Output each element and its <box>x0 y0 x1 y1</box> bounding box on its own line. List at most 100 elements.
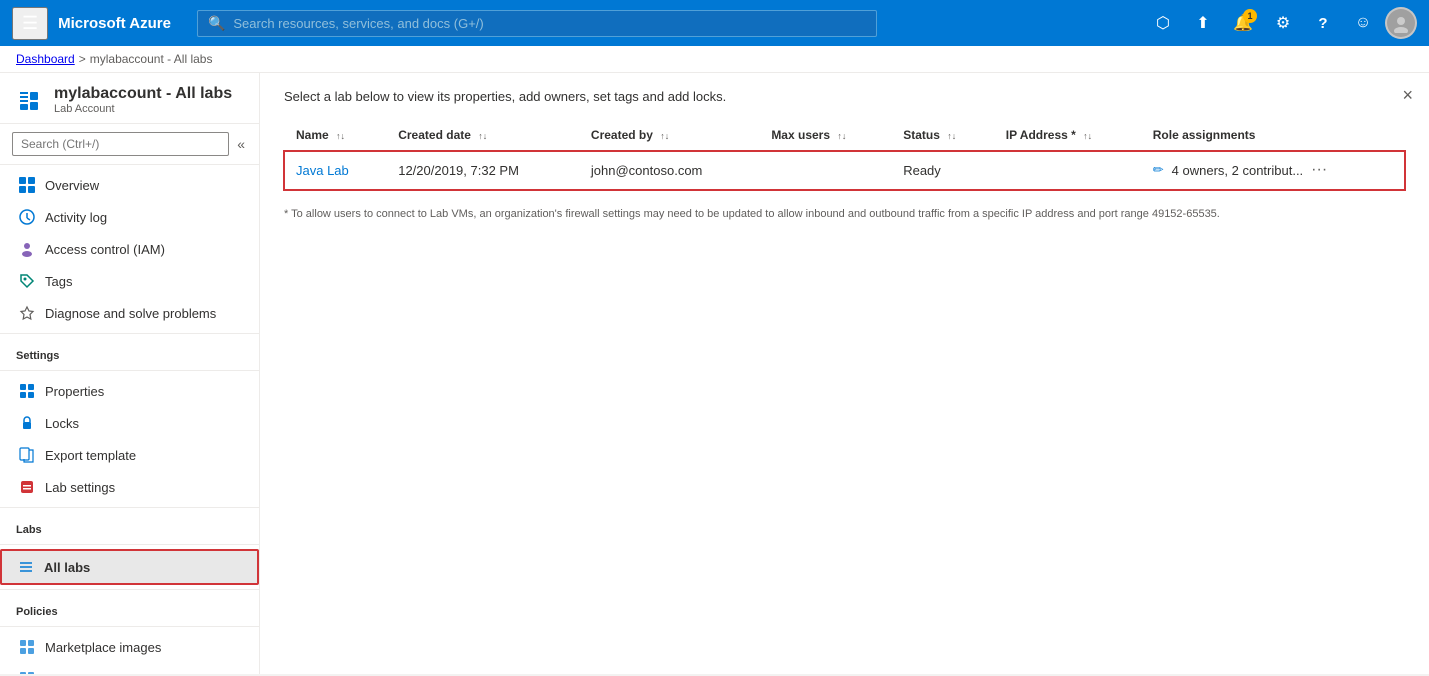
sidebar-header: mylabaccount - All labs Lab Account <box>0 73 259 124</box>
main-layout: mylabaccount - All labs Lab Account « Ov… <box>0 73 1429 674</box>
sidebar-header-icon <box>16 87 44 115</box>
edit-icon[interactable]: ✏ <box>1153 162 1164 178</box>
role-assignment-text: 4 owners, 2 contribut... <box>1172 163 1304 178</box>
cell-name: Java Lab <box>284 151 386 190</box>
labs-divider2 <box>0 544 259 545</box>
sidebar-search-input[interactable] <box>12 132 229 156</box>
feedback-icon: ☺ <box>1355 14 1371 32</box>
sidebar-header-text: mylabaccount - All labs Lab Account <box>54 85 232 115</box>
avatar-image <box>1391 13 1411 33</box>
sidebar-item-label: Marketplace images <box>45 640 161 655</box>
col-role-assignments[interactable]: Role assignments <box>1141 120 1405 151</box>
sidebar-nav: Overview Activity log Access control (IA… <box>0 165 259 674</box>
help-icon: ? <box>1318 15 1327 32</box>
sidebar-item-lab-settings[interactable]: Lab settings <box>0 471 259 503</box>
sidebar-item-overview[interactable]: Overview <box>0 169 259 201</box>
breadcrumb-separator: > <box>79 52 86 66</box>
breadcrumb-dashboard[interactable]: Dashboard <box>16 52 75 66</box>
topbar-actions: ⬡ ⬆ 🔔 1 ⚙ ? ☺ <box>1145 5 1417 41</box>
search-icon: 🔍 <box>208 15 225 32</box>
sidebar-item-tags[interactable]: Tags <box>0 265 259 297</box>
sidebar-collapse-button[interactable]: « <box>235 134 247 154</box>
labs-section-label: Labs <box>0 512 259 540</box>
col-created-date[interactable]: Created date ↑↓ <box>386 120 579 151</box>
sidebar-item-label: Tags <box>45 274 72 289</box>
sort-arrows-status: ↑↓ <box>947 131 956 141</box>
sidebar-item-label: Access control (IAM) <box>45 242 165 257</box>
shared-gallery-icon <box>19 671 35 674</box>
policies-section-label: Policies <box>0 594 259 622</box>
sort-arrows-by: ↑↓ <box>660 131 669 141</box>
cell-max-users <box>759 151 891 190</box>
upload-icon: ⬆ <box>1196 13 1209 33</box>
cell-created-by: john@contoso.com <box>579 151 759 190</box>
role-assignment-container: ✏ 4 owners, 2 contribut... ··· <box>1153 161 1393 179</box>
col-status[interactable]: Status ↑↓ <box>891 120 994 151</box>
settings-button[interactable]: ⚙ <box>1265 5 1301 41</box>
export-icon <box>19 447 35 463</box>
sidebar-item-diagnose[interactable]: Diagnose and solve problems <box>0 297 259 329</box>
sidebar-item-marketplace-images[interactable]: Marketplace images <box>0 631 259 663</box>
lab-settings-icon <box>19 479 35 495</box>
sidebar-item-properties[interactable]: Properties <box>0 375 259 407</box>
overview-icon <box>19 177 35 193</box>
locks-icon <box>19 415 35 431</box>
all-labs-icon <box>18 559 34 575</box>
activity-log-icon <box>19 209 35 225</box>
settings-divider <box>0 333 259 334</box>
gear-icon: ⚙ <box>1276 13 1290 33</box>
feedback-button[interactable]: ☺ <box>1345 5 1381 41</box>
avatar[interactable] <box>1385 7 1417 39</box>
settings-section-label: Settings <box>0 338 259 366</box>
policies-divider <box>0 589 259 590</box>
help-button[interactable]: ? <box>1305 5 1341 41</box>
cell-status: Ready <box>891 151 994 190</box>
labs-divider <box>0 507 259 508</box>
search-bar: 🔍 <box>197 10 877 37</box>
sort-arrows-name: ↑↓ <box>336 131 345 141</box>
sidebar-item-shared-image-gallery[interactable]: Shared image gallery <box>0 663 259 674</box>
sidebar-item-export-template[interactable]: Export template <box>0 439 259 471</box>
breadcrumb-current: mylabaccount - All labs <box>90 52 213 66</box>
diagnose-icon <box>19 305 35 321</box>
sidebar-item-access-control[interactable]: Access control (IAM) <box>0 233 259 265</box>
tags-icon <box>19 273 35 289</box>
table-row[interactable]: Java Lab 12/20/2019, 7:32 PM john@contos… <box>284 151 1405 190</box>
search-input[interactable] <box>233 16 866 31</box>
sort-arrows-max: ↑↓ <box>837 131 846 141</box>
sort-arrows-ip: ↑↓ <box>1083 131 1092 141</box>
col-created-by[interactable]: Created by ↑↓ <box>579 120 759 151</box>
cell-ip-address <box>994 151 1141 190</box>
app-logo: Microsoft Azure <box>58 15 171 32</box>
col-max-users[interactable]: Max users ↑↓ <box>759 120 891 151</box>
cell-created-date: 12/20/2019, 7:32 PM <box>386 151 579 190</box>
sidebar-item-all-labs[interactable]: All labs <box>0 549 259 585</box>
sidebar-item-label: Shared image gallery <box>45 672 168 675</box>
notifications-button[interactable]: 🔔 1 <box>1225 5 1261 41</box>
hamburger-menu[interactable]: ☰ <box>12 7 48 40</box>
cloud-shell-button[interactable]: ⬡ <box>1145 5 1181 41</box>
content-description: Select a lab below to view its propertie… <box>284 89 1405 104</box>
sidebar-item-activity-log[interactable]: Activity log <box>0 201 259 233</box>
marketplace-icon <box>19 639 35 655</box>
sidebar-item-label: Activity log <box>45 210 107 225</box>
sidebar-item-label: Locks <box>45 416 79 431</box>
lab-name-link[interactable]: Java Lab <box>296 163 349 178</box>
more-options-icon[interactable]: ··· <box>1311 161 1327 179</box>
sidebar-item-locks[interactable]: Locks <box>0 407 259 439</box>
col-ip-address[interactable]: IP Address * ↑↓ <box>994 120 1141 151</box>
breadcrumb: Dashboard > mylabaccount - All labs <box>0 46 1429 73</box>
sidebar: mylabaccount - All labs Lab Account « Ov… <box>0 73 260 674</box>
settings-divider2 <box>0 370 259 371</box>
sidebar-title: mylabaccount - All labs <box>54 85 232 103</box>
sidebar-item-label: Overview <box>45 178 99 193</box>
upload-button[interactable]: ⬆ <box>1185 5 1221 41</box>
col-name[interactable]: Name ↑↓ <box>284 120 386 151</box>
close-button[interactable]: × <box>1402 85 1413 106</box>
sidebar-item-label: Properties <box>45 384 104 399</box>
cloud-shell-icon: ⬡ <box>1156 13 1170 33</box>
policies-divider2 <box>0 626 259 627</box>
cell-role-assignments: ✏ 4 owners, 2 contribut... ··· <box>1141 151 1405 190</box>
properties-icon <box>19 383 35 399</box>
sidebar-item-label: Export template <box>45 448 136 463</box>
